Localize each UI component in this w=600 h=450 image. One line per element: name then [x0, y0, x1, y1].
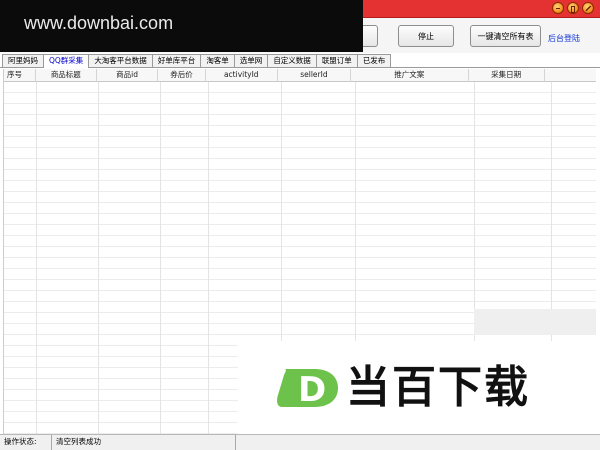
column-header-filler	[545, 69, 596, 82]
window-controls	[552, 2, 594, 14]
watermark-banner: www.downbai.com	[0, 0, 363, 52]
stop-button[interactable]: 停止	[398, 25, 454, 47]
column-header-seller-id[interactable]: sellerId	[278, 69, 351, 82]
status-message: 清空列表成功	[52, 435, 236, 450]
tab-published[interactable]: 已发布	[356, 54, 392, 67]
tab-taokedan[interactable]: 淘客单	[200, 54, 235, 67]
grid-empty-area	[474, 309, 596, 335]
tab-xuandan[interactable]: 选单网	[233, 54, 269, 67]
column-divider	[160, 82, 161, 434]
tab-haodanku-platform[interactable]: 好单库平台	[151, 54, 202, 67]
tab-alliance-orders[interactable]: 联盟订单	[315, 54, 358, 67]
tab-strip: 阿里妈妈 QQ群采集 大淘客平台数据 好单库平台 淘客单 选单网 自定义数据 联…	[0, 53, 600, 68]
tab-alimama[interactable]: 阿里妈妈	[2, 54, 44, 67]
column-header-item-id[interactable]: 商品id	[97, 69, 159, 82]
tab-dataoke-platform[interactable]: 大淘客平台数据	[88, 54, 153, 67]
minimize-icon[interactable]	[552, 2, 564, 14]
logo-text: 当百下载	[346, 362, 530, 413]
admin-login-link[interactable]: 后台登陆	[548, 33, 580, 44]
column-header-collect-date[interactable]: 采集日期	[469, 69, 545, 82]
tab-custom-data[interactable]: 自定义数据	[267, 54, 317, 67]
downbai-logo: D 当百下载	[238, 341, 600, 435]
column-divider	[98, 82, 99, 434]
clear-all-tables-button[interactable]: 一键清空所有表	[470, 25, 541, 47]
tab-qq-group-collect[interactable]: QQ群采集	[43, 54, 90, 68]
column-divider	[36, 82, 37, 434]
close-icon[interactable]	[582, 2, 594, 14]
column-header-promo-text[interactable]: 推广文案	[351, 69, 469, 82]
table-header: 序号 商品标题 商品id 券后价 activityId sellerId 推广文…	[4, 69, 596, 82]
status-label: 操作状态:	[0, 435, 52, 450]
statusbar: 操作状态: 清空列表成功	[0, 434, 600, 450]
column-header-coupon-price[interactable]: 券后价	[158, 69, 206, 82]
column-divider	[208, 82, 209, 434]
logo-d-icon: D	[277, 369, 338, 410]
column-header-index[interactable]: 序号	[4, 69, 36, 82]
maximize-icon[interactable]	[567, 2, 579, 14]
logo-glyph: D	[298, 370, 326, 410]
column-header-title[interactable]: 商品标题	[36, 69, 97, 82]
column-header-activity-id[interactable]: activityId	[206, 69, 278, 82]
